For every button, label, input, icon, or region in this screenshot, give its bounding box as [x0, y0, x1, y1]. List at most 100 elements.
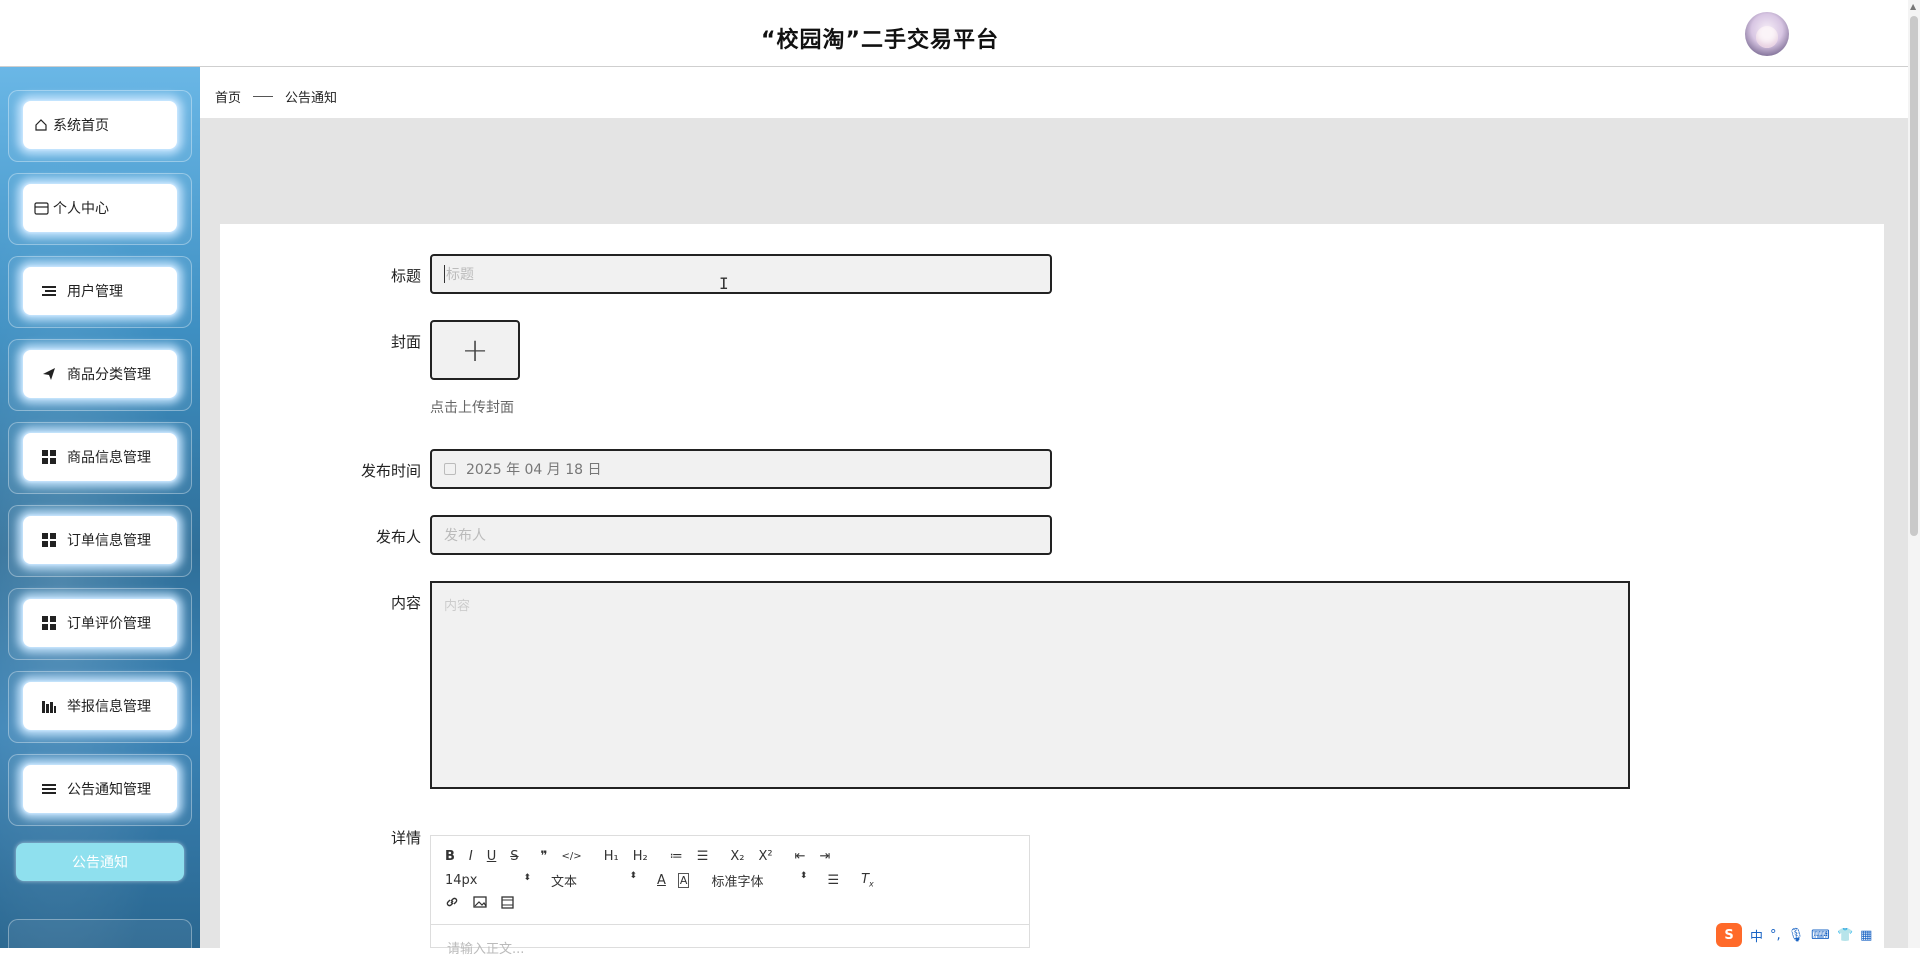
menu-icon — [41, 781, 57, 797]
link-icon[interactable] — [445, 895, 459, 913]
code-icon[interactable]: </> — [562, 851, 582, 862]
grid-icon — [41, 615, 57, 631]
scrollbar-thumb[interactable] — [1910, 16, 1918, 536]
title-placeholder: 标题 — [446, 267, 474, 283]
app-title: “校园淘”二手交易平台 — [761, 28, 999, 53]
sidebar-item-users[interactable]: 用户管理 — [8, 256, 192, 328]
superscript-icon[interactable]: X² — [758, 849, 772, 864]
ime-toolbar: S 中 °, 🎙 ⌨ 👕 ▦ — [1716, 922, 1908, 948]
ime-language[interactable]: 中 — [1750, 926, 1763, 945]
text-style-select[interactable]: 文本 ⬍ — [551, 871, 637, 890]
editor-toolbar-row-2: 14px ⬍ 文本 ⬍ A A 标准字体 ⬍ ☰ Tx — [445, 870, 888, 890]
h2-icon[interactable]: H₂ — [633, 849, 648, 864]
breadcrumb-current: 公告通知 — [285, 91, 338, 106]
sidebar-item-reports[interactable]: 举报信息管理 — [8, 671, 192, 743]
video-icon[interactable] — [501, 895, 514, 913]
cover-upload-button[interactable]: + — [430, 320, 520, 380]
publish-time-label: 发布时间 — [360, 462, 421, 480]
sidebar-item-next[interactable] — [8, 919, 192, 948]
sidebar-item-orders[interactable]: 订单信息管理 — [8, 505, 192, 577]
sidebar-item-goods[interactable]: 商品信息管理 — [8, 422, 192, 494]
strike-icon[interactable]: S — [510, 849, 518, 864]
font-family-value: 标准字体 — [711, 874, 764, 890]
sidebar: 系统首页 个人中心 用户管理 商品分类管理 商品信息管理 订单信息管理 订单评价… — [0, 67, 200, 948]
subscript-icon[interactable]: X₂ — [730, 849, 744, 864]
editor-toolbar-row-3 — [445, 894, 528, 914]
punctuation-icon[interactable]: °, — [1770, 928, 1781, 943]
outdent-icon[interactable]: ⇤ — [795, 849, 806, 864]
sidebar-item-label: 商品分类管理 — [67, 367, 151, 383]
quote-icon[interactable]: ❞ — [541, 849, 548, 864]
sidebar-item-label: 用户管理 — [67, 284, 123, 300]
clear-format-icon[interactable]: Tx — [861, 872, 874, 889]
grid-icon — [41, 532, 57, 548]
sidebar-item-profile[interactable]: 个人中心 — [8, 173, 192, 245]
title-input[interactable]: 标题 — [430, 254, 1052, 294]
bold-icon[interactable]: B — [445, 849, 455, 864]
sogou-logo-icon[interactable]: S — [1716, 923, 1742, 947]
calendar-icon — [444, 463, 456, 475]
send-icon — [41, 366, 57, 382]
breadcrumb-separator — [253, 96, 274, 97]
page-scrollbar[interactable]: ▲ — [1908, 0, 1920, 948]
sidebar-item-notices[interactable]: 公告通知管理 — [8, 754, 192, 826]
image-icon[interactable] — [473, 896, 487, 912]
sidebar-item-label: 个人中心 — [53, 201, 109, 217]
highlight-icon[interactable]: A — [677, 872, 690, 888]
sidebar-item-home[interactable]: 系统首页 — [8, 90, 192, 162]
toolbox-icon[interactable]: ▦ — [1860, 928, 1872, 943]
font-size-select[interactable]: 14px ⬍ — [445, 873, 531, 888]
bullet-list-icon[interactable]: ☰ — [697, 849, 709, 864]
h1-icon[interactable]: H₁ — [604, 849, 619, 864]
keyboard-icon[interactable]: ⌨ — [1811, 928, 1830, 943]
sidebar-item-label: 订单评价管理 — [67, 616, 151, 632]
updown-icon: ⬍ — [523, 872, 531, 883]
scroll-up-icon[interactable]: ▲ — [1910, 2, 1916, 11]
content-label: 内容 — [390, 594, 421, 612]
updown-icon: ⬍ — [799, 870, 808, 881]
ibeam-cursor-icon: I — [719, 274, 729, 293]
sidebar-item-label: 系统首页 — [53, 118, 109, 134]
sidebar-subitem-notice[interactable]: 公告通知 — [16, 843, 184, 881]
card-icon — [33, 200, 49, 216]
breadcrumb-home[interactable]: 首页 — [215, 87, 241, 106]
top-header: “校园淘”二手交易平台 — [0, 0, 1908, 67]
avatar[interactable] — [1745, 12, 1789, 56]
breadcrumb: 首页 公告通知 — [215, 87, 337, 106]
publisher-label: 发布人 — [375, 528, 421, 546]
home-icon — [33, 117, 49, 133]
cover-label: 封面 — [390, 333, 421, 351]
italic-icon[interactable]: I — [469, 849, 473, 864]
indent-icon[interactable]: ⇥ — [820, 849, 831, 864]
detail-label: 详情 — [390, 829, 421, 847]
publish-time-value: 2025 年 04 月 18 日 — [466, 462, 602, 478]
sidebar-item-label: 举报信息管理 — [67, 699, 151, 715]
text-style-value: 文本 — [551, 874, 578, 890]
publisher-input[interactable]: 发布人 — [430, 515, 1052, 555]
sidebar-item-reviews[interactable]: 订单评价管理 — [8, 588, 192, 660]
sidebar-item-label: 订单信息管理 — [67, 533, 151, 549]
list-icon — [41, 283, 57, 299]
plus-icon: + — [461, 331, 489, 369]
editor-toolbar-row-1: B I U S ❞ </> H₁ H₂ ≔ ☰ X₂ X² ⇤ ⇥ — [445, 846, 844, 866]
sidebar-item-category[interactable]: 商品分类管理 — [8, 339, 192, 411]
font-color-icon[interactable]: A — [657, 873, 666, 888]
ordered-list-icon[interactable]: ≔ — [670, 849, 683, 864]
cover-upload-hint: 点击上传封面 — [430, 400, 514, 416]
skin-icon[interactable]: 👕 — [1837, 928, 1853, 943]
content-textarea[interactable]: 内容 — [430, 581, 1630, 789]
editor-divider — [431, 924, 1029, 925]
sidebar-item-label: 商品信息管理 — [67, 450, 151, 466]
content-placeholder: 内容 — [444, 599, 471, 614]
font-size-value: 14px — [445, 872, 478, 888]
publisher-placeholder: 发布人 — [444, 528, 486, 544]
align-icon[interactable]: ☰ — [827, 873, 839, 888]
microphone-icon[interactable]: 🎙 — [1788, 928, 1805, 943]
underline-icon[interactable]: U — [487, 849, 497, 864]
publish-time-input[interactable]: 2025 年 04 月 18 日 — [430, 449, 1052, 489]
grid-icon — [41, 449, 57, 465]
rich-text-editor: B I U S ❞ </> H₁ H₂ ≔ ☰ X₂ X² ⇤ ⇥ 14px ⬍ … — [430, 835, 1030, 957]
title-label: 标题 — [390, 267, 421, 285]
text-caret — [444, 265, 445, 283]
font-family-select[interactable]: 标准字体 ⬍ — [711, 871, 807, 890]
